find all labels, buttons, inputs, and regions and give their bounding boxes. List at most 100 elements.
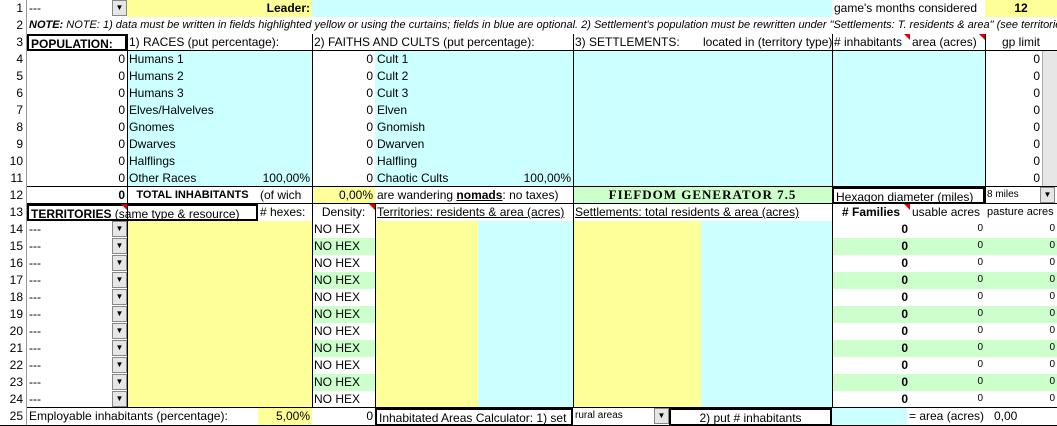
families-value: 0	[832, 374, 910, 391]
territory-type-dropdown-button[interactable]: ▼	[112, 374, 127, 390]
territory-resource-input[interactable]	[127, 340, 312, 357]
settlement-area-input[interactable]	[701, 255, 832, 272]
settlement-residents-input[interactable]	[573, 221, 701, 238]
territory-residents-input[interactable]	[375, 289, 478, 306]
settlement-residents-input[interactable]	[573, 255, 701, 272]
area-type-dropdown-button[interactable]: ▼	[654, 408, 669, 424]
territory-residents-input[interactable]	[375, 374, 478, 391]
territory-residents-input[interactable]	[375, 306, 478, 323]
territory-resource-input[interactable]	[127, 306, 312, 323]
territory-area-input[interactable]	[478, 340, 573, 357]
territory-area-input[interactable]	[478, 374, 573, 391]
spreadsheet: 1 2 3 4 5 6 7 8 9 10 11 12 13 14 15 16 17 18 19 20 21 22 23 24 2…	[0, 0, 1057, 426]
territory-residents-input[interactable]	[375, 340, 478, 357]
settlement-residents-input[interactable]	[573, 323, 701, 340]
settlement-area-input[interactable]	[701, 340, 832, 357]
leader-input[interactable]	[312, 0, 832, 17]
territory-area-input[interactable]	[478, 255, 573, 272]
territory-area-input[interactable]	[478, 323, 573, 340]
territory-area-input[interactable]	[478, 221, 573, 238]
settlement-residents-input[interactable]	[573, 238, 701, 255]
territory-resource-input[interactable]	[127, 221, 312, 238]
hex-diameter-dropdown-button[interactable]: ▼	[1040, 187, 1055, 203]
hex-diameter-label: Hexagon diameter (miles)	[832, 187, 985, 204]
settlement-area-input[interactable]	[701, 306, 832, 323]
settlement-residents-input[interactable]	[573, 272, 701, 289]
faiths-header: 2) FAITHS AND CULTS (put percentage):	[312, 34, 573, 51]
territory-resource-input[interactable]	[127, 255, 312, 272]
settlement-area-input[interactable]	[701, 323, 832, 340]
gp-limit-spinner[interactable]	[1042, 136, 1057, 153]
settlement-area-input[interactable]	[701, 391, 832, 408]
row-number: 24	[0, 391, 27, 408]
gp-limit-spinner[interactable]	[1042, 102, 1057, 119]
faction-dropdown-button[interactable]: ▼	[112, 0, 127, 16]
faith-total-value: 0	[312, 85, 375, 102]
territory-residents-input[interactable]	[375, 255, 478, 272]
territory-resource-input[interactable]	[127, 238, 312, 255]
race-total-value: 0	[27, 102, 127, 119]
settlement-area-input[interactable]	[701, 374, 832, 391]
territory-residents-input[interactable]	[375, 221, 478, 238]
gp-limit-spinner[interactable]	[1042, 85, 1057, 102]
settlement-residents-input[interactable]	[573, 340, 701, 357]
settlement-area-input[interactable]	[701, 357, 832, 374]
months-value[interactable]: 12	[985, 0, 1057, 17]
territory-resource-input[interactable]	[127, 289, 312, 306]
territory-resource-input[interactable]	[127, 357, 312, 374]
territory-resource-input[interactable]	[127, 272, 312, 289]
territory-type-dropdown-button[interactable]: ▼	[112, 323, 127, 339]
pasture-acres-value: 0	[985, 306, 1057, 323]
employable-percent[interactable]: 5,00%	[258, 408, 312, 426]
territory-resource-input[interactable]	[127, 323, 312, 340]
gp-limit-spinner[interactable]	[1042, 153, 1057, 170]
territory-type-dropdown-button[interactable]: ▼	[112, 391, 127, 407]
territory-type-dropdown-button[interactable]: ▼	[112, 289, 127, 305]
gp-limit-spinner[interactable]	[1042, 51, 1057, 68]
territory-type-dropdown-button[interactable]: ▼	[112, 357, 127, 373]
calculator-inhabitants-input[interactable]	[832, 408, 907, 426]
territory-resource-input[interactable]	[127, 374, 312, 391]
settlement-residents-input[interactable]	[573, 374, 701, 391]
territory-resource-input[interactable]	[127, 391, 312, 408]
territory-type-dropdown-button[interactable]: ▼	[112, 238, 127, 254]
settlement-area-input[interactable]	[701, 289, 832, 306]
territory-area-input[interactable]	[478, 289, 573, 306]
territory-residents-input[interactable]	[375, 357, 478, 374]
gp-limit-value: 0	[985, 170, 1042, 187]
cell-border	[27, 50, 1057, 51]
territory-area-input[interactable]	[478, 306, 573, 323]
settlement-residents-input[interactable]	[573, 306, 701, 323]
settlement-residents-input[interactable]	[573, 289, 701, 306]
settlement-residents-input[interactable]	[573, 357, 701, 374]
territory-type-dropdown-button[interactable]: ▼	[112, 255, 127, 271]
territory-type-dropdown-button[interactable]: ▼	[112, 221, 127, 237]
gp-limit-spinner[interactable]	[1042, 68, 1057, 85]
nomads-text: are wandering nomads: no taxes)	[375, 187, 573, 204]
race-total-value: 0	[27, 85, 127, 102]
pasture-acres-value: 0	[985, 289, 1057, 306]
territory-residents-input[interactable]	[375, 272, 478, 289]
settlements-input-area[interactable]	[573, 51, 985, 187]
territory-type-dropdown-button[interactable]: ▼	[112, 306, 127, 322]
faith-name: Elven	[375, 102, 573, 119]
territory-residents-input[interactable]	[375, 238, 478, 255]
row-number: 5	[0, 68, 27, 85]
settlement-area-input[interactable]	[701, 221, 832, 238]
territory-area-input[interactable]	[478, 357, 573, 374]
territory-type-dropdown-button[interactable]: ▼	[112, 340, 127, 356]
territory-area-input[interactable]	[478, 238, 573, 255]
faith-name: Halfling	[375, 153, 573, 170]
territory-area-input[interactable]	[478, 391, 573, 408]
nomads-percent[interactable]: 0,00%	[312, 187, 375, 204]
settlement-area-input[interactable]	[701, 272, 832, 289]
gp-limit-spinner[interactable]	[1042, 119, 1057, 136]
gp-limit-spinner[interactable]	[1042, 170, 1057, 187]
territory-residents-input[interactable]	[375, 391, 478, 408]
territory-residents-input[interactable]	[375, 323, 478, 340]
faith-total-value: 0	[312, 119, 375, 136]
territory-type-dropdown-button[interactable]: ▼	[112, 272, 127, 288]
settlement-residents-input[interactable]	[573, 391, 701, 408]
settlement-area-input[interactable]	[701, 238, 832, 255]
territory-area-input[interactable]	[478, 272, 573, 289]
